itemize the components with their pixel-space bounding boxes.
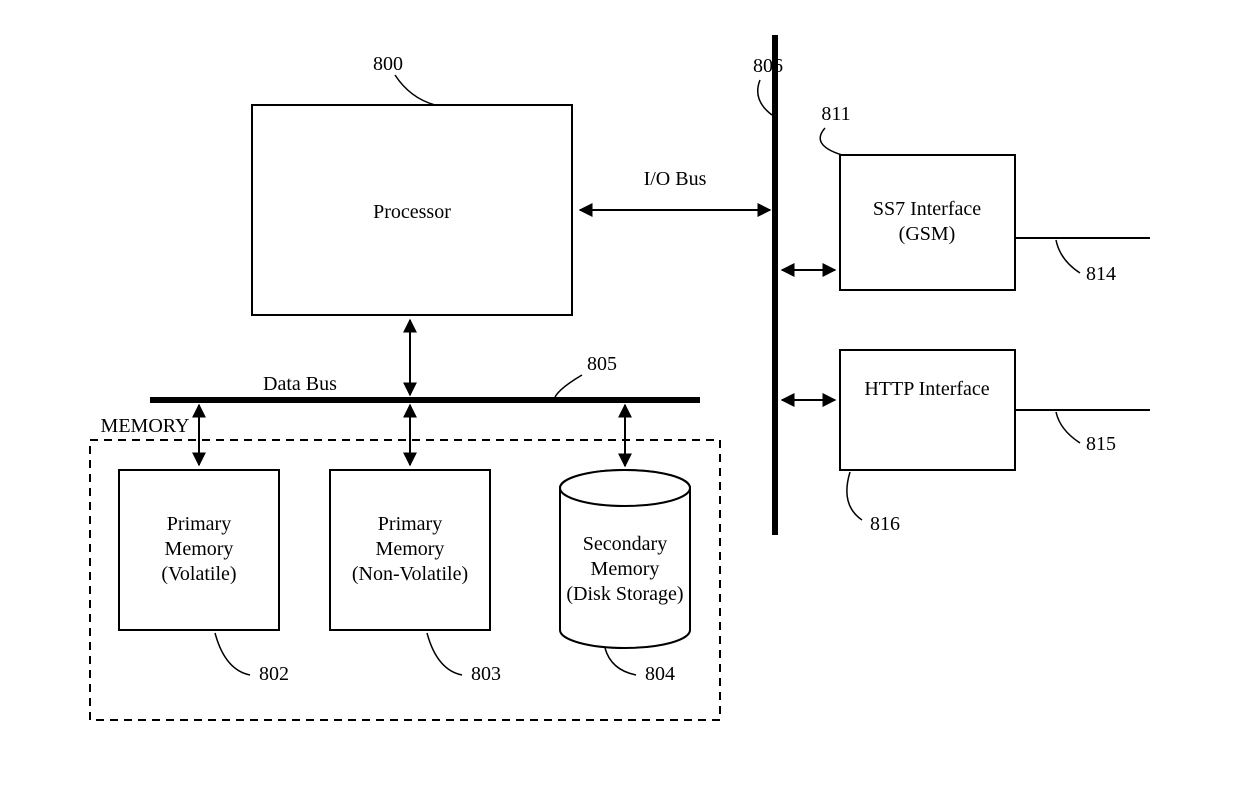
- leader-816: [847, 472, 862, 520]
- secondary-l1: Secondary: [583, 533, 667, 555]
- data-bus-label: Data Bus: [263, 373, 337, 395]
- primary-volatile-l3: (Volatile): [161, 563, 236, 585]
- memory-group-label: MEMORY: [101, 415, 190, 437]
- leader-804: [605, 648, 636, 675]
- ref-811: 811: [821, 103, 850, 125]
- leader-814: [1056, 240, 1080, 273]
- ref-816: 816: [870, 513, 900, 535]
- primary-nonvolatile-l1: Primary: [378, 513, 442, 535]
- ref-804: 804: [645, 663, 675, 685]
- primary-nonvolatile-l2: Memory: [376, 538, 445, 560]
- leader-800: [395, 75, 435, 105]
- leader-805: [555, 375, 582, 397]
- leader-811: [820, 128, 842, 155]
- primary-nonvolatile-l3: (Non-Volatile): [352, 563, 468, 585]
- ref-806: 806: [753, 55, 783, 77]
- ss7-l2: (GSM): [899, 223, 956, 245]
- leader-806: [758, 80, 772, 115]
- ref-800: 800: [373, 53, 403, 75]
- system-architecture-diagram: Processor 800 806 I/O Bus Data Bus 805 M…: [0, 0, 1240, 787]
- io-bus-label: I/O Bus: [644, 168, 707, 190]
- ref-814: 814: [1086, 263, 1116, 285]
- secondary-l2: Memory: [591, 558, 660, 580]
- leader-802: [215, 633, 250, 675]
- leader-815: [1056, 412, 1080, 443]
- ref-803: 803: [471, 663, 501, 685]
- processor-label: Processor: [373, 201, 451, 223]
- ref-802: 802: [259, 663, 289, 685]
- ref-815: 815: [1086, 433, 1116, 455]
- http-interface-block: [840, 350, 1015, 470]
- http-l1: HTTP Interface: [864, 378, 989, 400]
- secondary-l3: (Disk Storage): [566, 583, 683, 605]
- ref-805: 805: [587, 353, 617, 375]
- leader-803: [427, 633, 462, 675]
- primary-volatile-l1: Primary: [167, 513, 231, 535]
- ss7-l1: SS7 Interface: [873, 198, 981, 220]
- primary-volatile-l2: Memory: [165, 538, 234, 560]
